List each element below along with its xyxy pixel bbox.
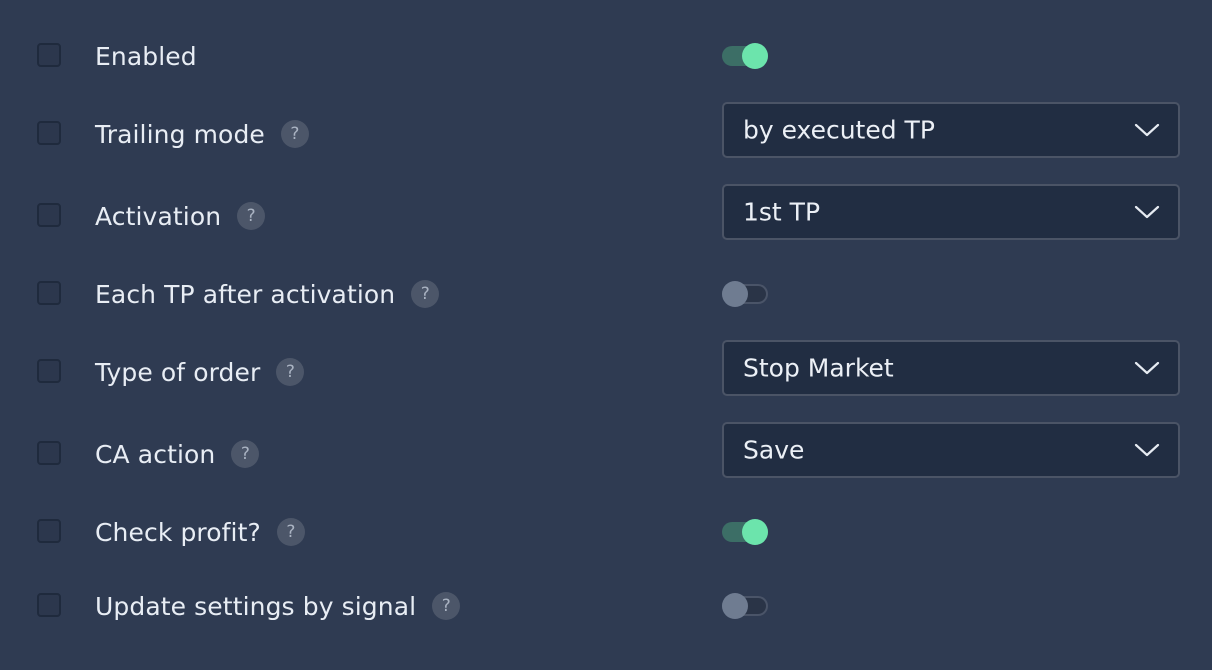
label-group: Type of order ?: [95, 354, 305, 390]
setting-label: Activation: [95, 201, 222, 231]
setting-row-order-type: Type of order ? Stop Market: [0, 340, 1212, 402]
row-checkbox[interactable]: [37, 203, 61, 227]
question-mark-icon[interactable]: ?: [432, 592, 461, 620]
toggle-knob: [742, 519, 768, 545]
trailing-mode-select[interactable]: by executed TP: [722, 102, 1180, 158]
row-checkbox[interactable]: [37, 121, 61, 145]
question-mark-icon[interactable]: ?: [276, 518, 305, 546]
setting-row-check-profit: Check profit? ?: [0, 502, 1212, 562]
label-group: Each TP after activation ?: [95, 276, 440, 312]
setting-row-ca-action: CA action ? Save: [0, 422, 1212, 484]
setting-label: Each TP after activation: [95, 279, 396, 309]
toggle-knob: [722, 281, 748, 307]
setting-label: CA action: [95, 439, 216, 469]
question-mark-icon[interactable]: ?: [237, 202, 266, 230]
chevron-down-icon: [1134, 123, 1160, 137]
update-by-signal-toggle[interactable]: [722, 593, 768, 619]
question-mark-icon[interactable]: ?: [276, 358, 305, 386]
check-profit-toggle[interactable]: [722, 519, 768, 545]
row-checkbox[interactable]: [37, 593, 61, 617]
chevron-down-icon: [1134, 205, 1160, 219]
row-checkbox[interactable]: [37, 519, 61, 543]
setting-row-enabled: Enabled: [0, 26, 1212, 86]
question-mark-icon[interactable]: ?: [411, 280, 440, 308]
ca-action-select[interactable]: Save: [722, 422, 1180, 478]
setting-row-trailing-mode: Trailing mode ? by executed TP: [0, 102, 1212, 164]
select-value: by executed TP: [743, 115, 935, 145]
enabled-toggle[interactable]: [722, 43, 768, 69]
label-group: Update settings by signal ?: [95, 588, 461, 624]
label-group: Trailing mode ?: [95, 116, 309, 152]
select-value: 1st TP: [743, 197, 821, 227]
label-group: CA action ?: [95, 436, 260, 472]
toggle-knob: [742, 43, 768, 69]
setting-row-activation: Activation ? 1st TP: [0, 184, 1212, 246]
each-tp-toggle[interactable]: [722, 281, 768, 307]
order-type-select[interactable]: Stop Market: [722, 340, 1180, 396]
chevron-down-icon: [1134, 443, 1160, 457]
label-group: Enabled: [95, 38, 197, 74]
setting-label: Trailing mode: [95, 119, 265, 149]
setting-row-update-by-signal: Update settings by signal ?: [0, 576, 1212, 636]
select-value: Stop Market: [743, 353, 894, 383]
row-checkbox[interactable]: [37, 441, 61, 465]
toggle-knob: [722, 593, 748, 619]
chevron-down-icon: [1134, 361, 1160, 375]
question-mark-icon[interactable]: ?: [280, 120, 309, 148]
setting-label: Type of order: [95, 357, 261, 387]
row-checkbox[interactable]: [37, 359, 61, 383]
row-checkbox[interactable]: [37, 43, 61, 67]
setting-label: Update settings by signal: [95, 591, 417, 621]
setting-row-each-tp: Each TP after activation ?: [0, 264, 1212, 324]
question-mark-icon[interactable]: ?: [231, 440, 260, 468]
activation-select[interactable]: 1st TP: [722, 184, 1180, 240]
row-checkbox[interactable]: [37, 281, 61, 305]
label-group: Activation ?: [95, 198, 266, 234]
setting-label: Enabled: [95, 41, 197, 71]
setting-label: Check profit?: [95, 517, 261, 547]
select-value: Save: [743, 435, 805, 465]
label-group: Check profit? ?: [95, 514, 305, 550]
